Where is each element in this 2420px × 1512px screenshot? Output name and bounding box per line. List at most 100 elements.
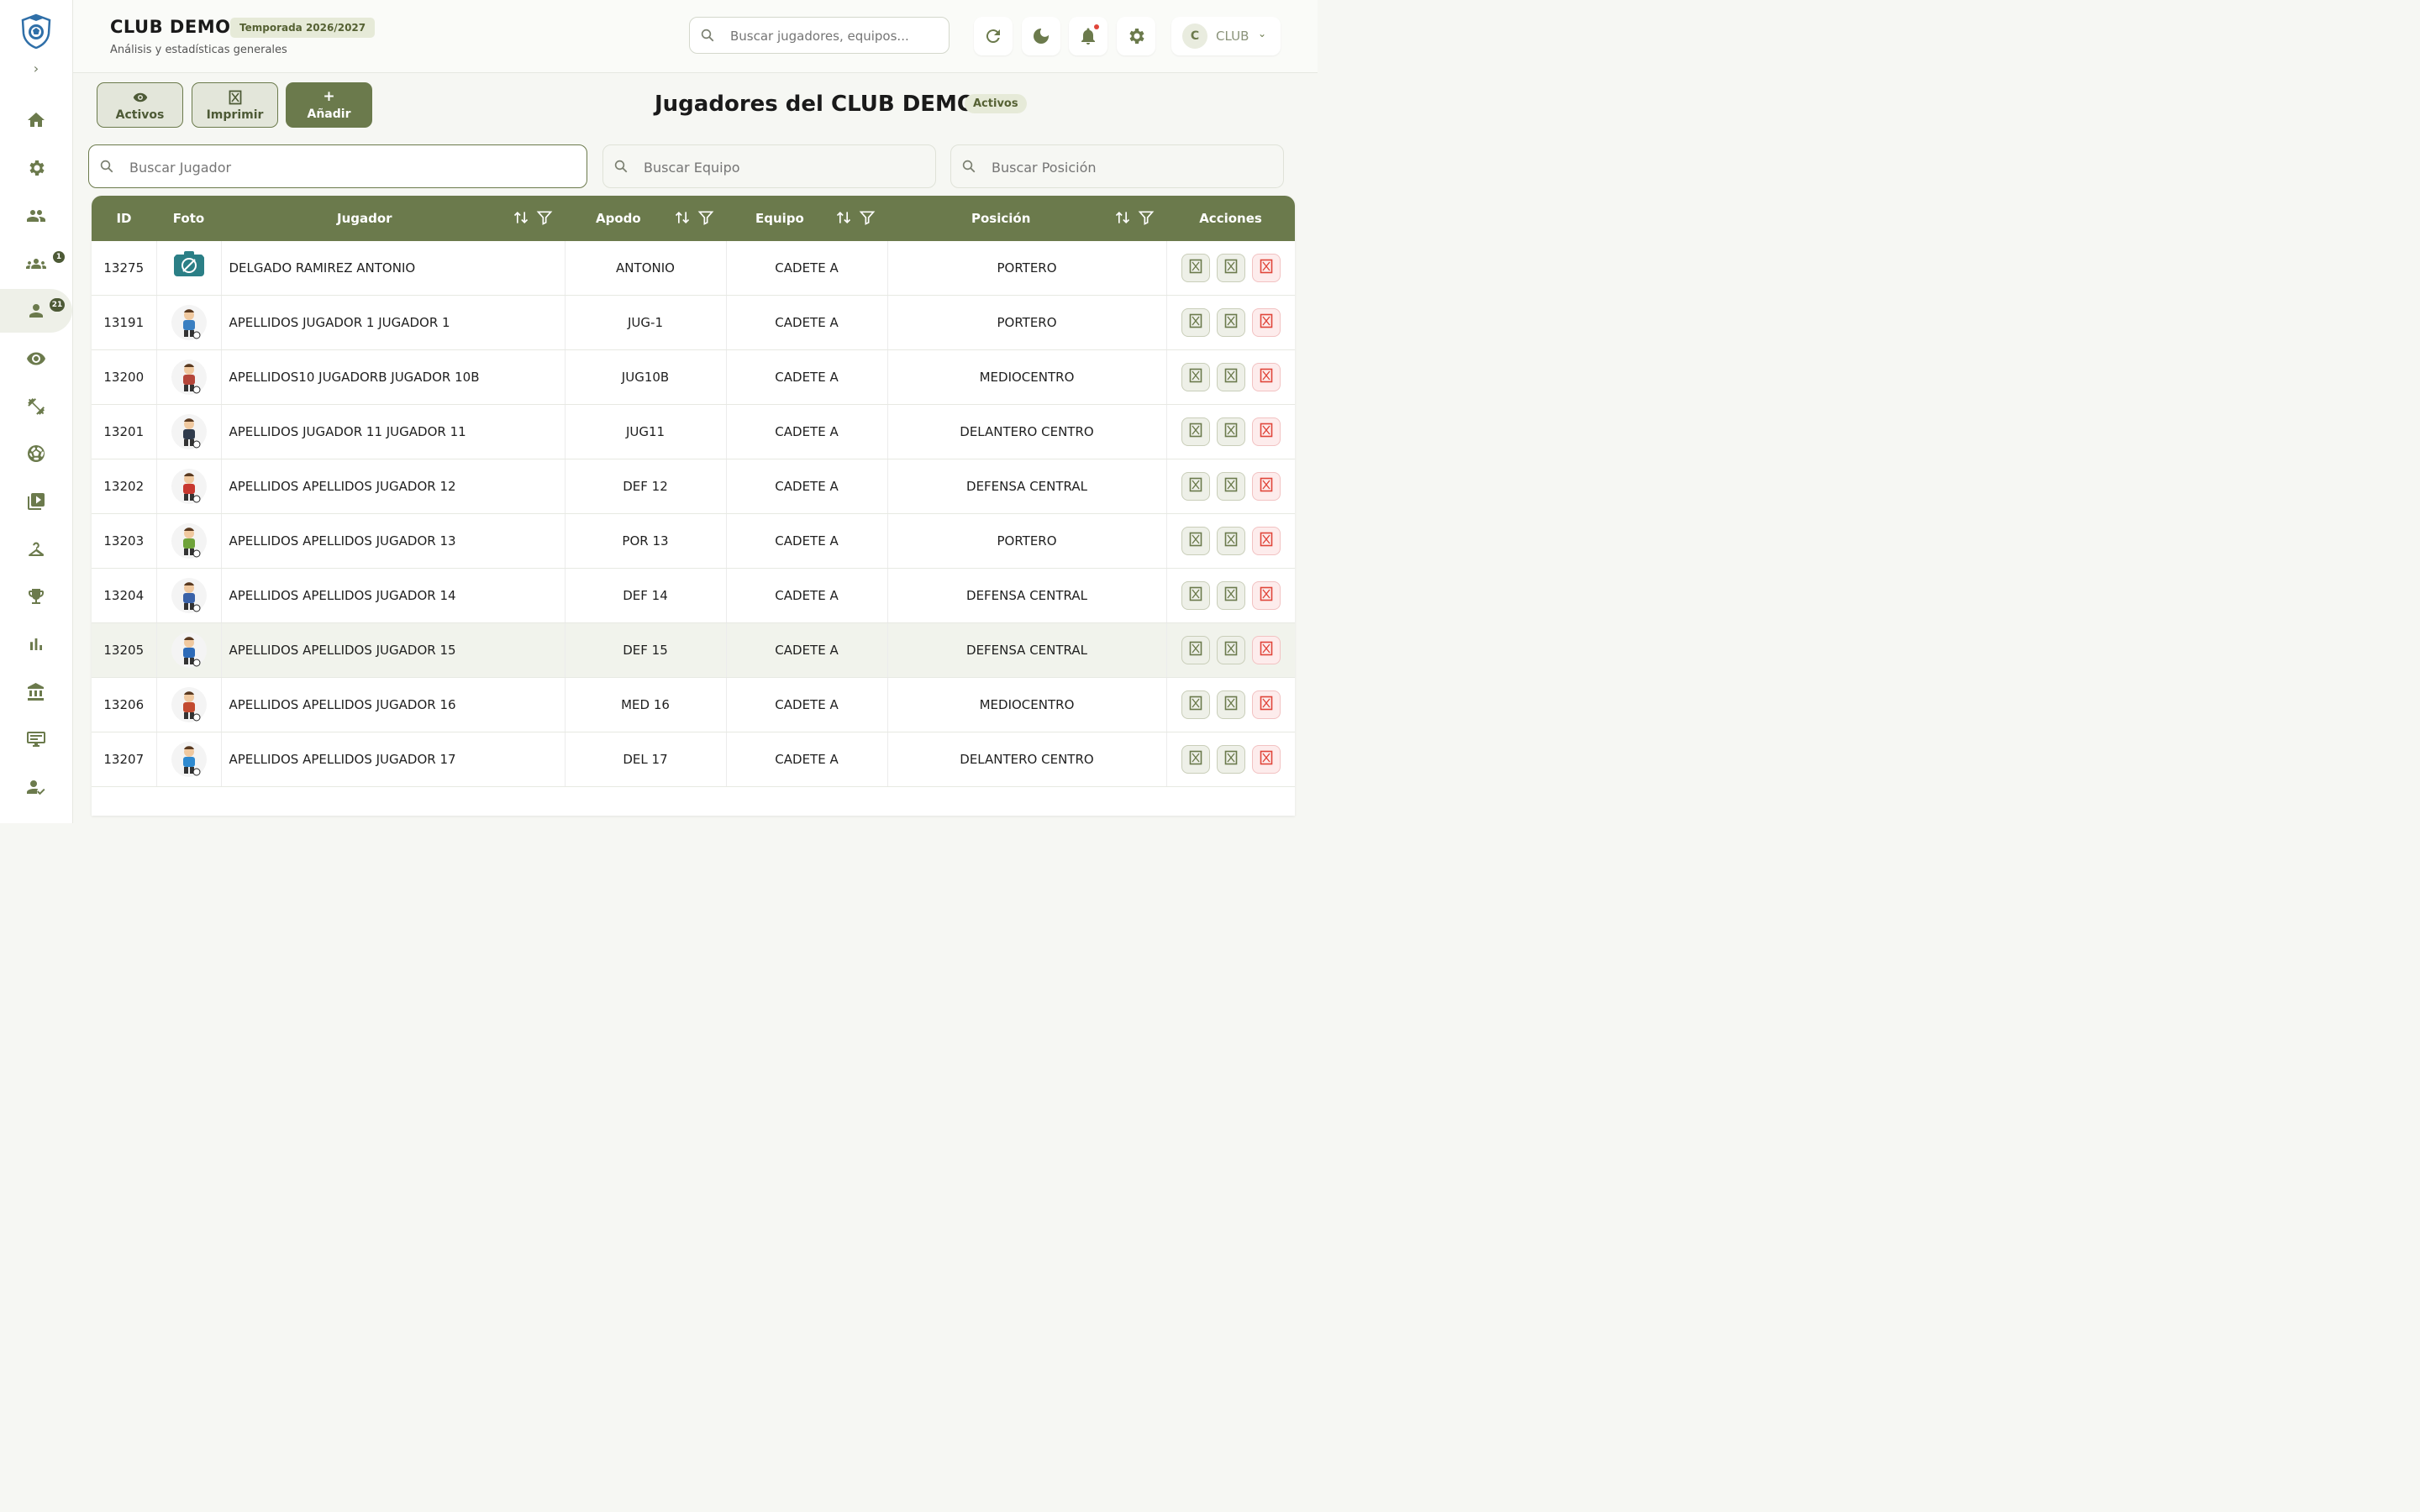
delete-player-button[interactable]: [1251, 472, 1281, 501]
refresh-button[interactable]: [974, 17, 1013, 55]
sort-icon[interactable]: [835, 209, 852, 226]
delete-player-button[interactable]: [1251, 308, 1281, 337]
table-row[interactable]: 13206 APELLIDOS APELLIDOS JUGADOR 16 MED 1…: [92, 677, 1295, 732]
edit-player-button[interactable]: [1216, 254, 1245, 282]
player-photo[interactable]: [171, 686, 208, 723]
sidebar-item-people[interactable]: [0, 194, 72, 238]
team-search-box[interactable]: [602, 144, 936, 188]
view-player-button[interactable]: [1181, 363, 1210, 391]
table-row[interactable]: 13200 APELLIDOS10 JUGADORB JUGADOR 10B JUG…: [92, 349, 1295, 405]
delete-player-button[interactable]: [1251, 363, 1281, 391]
sidebar-expand-chevron-icon[interactable]: ›: [28, 60, 45, 77]
add-player-button[interactable]: + Añadir: [286, 82, 372, 128]
table-row[interactable]: 13202 APELLIDOS APELLIDOS JUGADOR 12 DEF 1…: [92, 459, 1295, 514]
player-photo[interactable]: [171, 577, 208, 614]
player-photo[interactable]: [171, 468, 208, 505]
sidebar-item-home[interactable]: [0, 98, 72, 142]
sidebar-item-players[interactable]: [0, 289, 72, 333]
player-search-box[interactable]: [88, 144, 587, 188]
delete-player-button[interactable]: [1251, 745, 1281, 774]
table-row[interactable]: 13204 APELLIDOS APELLIDOS JUGADOR 14 DEF 1…: [92, 568, 1295, 623]
cell-position: PORTERO: [887, 295, 1167, 350]
delete-player-button[interactable]: [1251, 636, 1281, 664]
edit-player-button[interactable]: [1216, 527, 1245, 555]
delete-player-button[interactable]: [1251, 690, 1281, 719]
sidebar-item-trophies[interactable]: [0, 575, 72, 618]
position-search-input[interactable]: [990, 157, 1270, 177]
sort-icon[interactable]: [513, 209, 529, 226]
sidebar-item-institution[interactable]: [0, 670, 72, 714]
cell-actions: [1166, 295, 1295, 350]
sidebar-item-scoreboard[interactable]: [0, 717, 72, 761]
player-photo[interactable]: [171, 522, 208, 559]
sort-icon[interactable]: [674, 209, 691, 226]
player-photo[interactable]: [171, 741, 208, 778]
view-player-button[interactable]: [1181, 472, 1210, 501]
edit-player-button[interactable]: [1216, 472, 1245, 501]
sidebar-item-attendance[interactable]: [0, 765, 72, 809]
edit-player-button[interactable]: [1216, 363, 1245, 391]
status-badge: Activos: [965, 94, 1027, 113]
delete-player-button[interactable]: [1251, 417, 1281, 446]
edit-player-button[interactable]: [1216, 745, 1245, 774]
cell-nickname: DEF 14: [565, 568, 727, 623]
player-photo[interactable]: [171, 632, 208, 669]
view-player-button[interactable]: [1181, 636, 1210, 664]
table-row[interactable]: 13275 DELGADO RAMIREZ ANTONIO ANTONIO CADET…: [92, 241, 1295, 296]
settings-button[interactable]: [1117, 17, 1155, 55]
filter-icon[interactable]: [859, 209, 876, 226]
view-player-button[interactable]: [1181, 527, 1210, 555]
sidebar-item-matches[interactable]: [0, 432, 72, 475]
edit-player-button[interactable]: [1216, 417, 1245, 446]
table-row[interactable]: 13203 APELLIDOS APELLIDOS JUGADOR 13 POR 1…: [92, 513, 1295, 569]
dark-mode-button[interactable]: [1022, 17, 1060, 55]
sort-icon[interactable]: [1114, 209, 1131, 226]
view-player-button[interactable]: [1181, 690, 1210, 719]
sidebar-item-settings[interactable]: [0, 146, 72, 190]
filter-icon[interactable]: [697, 209, 714, 226]
club-shield-logo[interactable]: [19, 13, 53, 50]
edit-player-button[interactable]: [1216, 636, 1245, 664]
filter-icon[interactable]: [1138, 209, 1155, 226]
view-player-button[interactable]: [1181, 581, 1210, 610]
print-button[interactable]: Imprimir: [192, 82, 278, 128]
cell-position: DEFENSA CENTRAL: [887, 568, 1167, 623]
table-row[interactable]: 13205 APELLIDOS APELLIDOS JUGADOR 15 DEF 1…: [92, 622, 1295, 678]
table-row[interactable]: 13201 APELLIDOS JUGADOR 11 JUGADOR 11 JUG1…: [92, 404, 1295, 459]
global-search-box[interactable]: [689, 17, 950, 54]
edit-player-button[interactable]: [1216, 581, 1245, 610]
player-search-input[interactable]: [128, 157, 568, 177]
soccer-ball-icon: [28, 445, 45, 462]
active-filter-button[interactable]: Activos: [97, 82, 183, 128]
sidebar-item-statistics[interactable]: [0, 622, 72, 666]
sidebar-item-videos[interactable]: [0, 480, 72, 523]
position-search-box[interactable]: [950, 144, 1284, 188]
view-player-button[interactable]: [1181, 417, 1210, 446]
notifications-button[interactable]: [1069, 17, 1107, 55]
sidebar-item-views[interactable]: [0, 337, 72, 381]
sidebar-item-groups[interactable]: [0, 242, 72, 286]
view-player-button[interactable]: [1181, 745, 1210, 774]
table-row[interactable]: 13191 APELLIDOS JUGADOR 1 JUGADOR 1 JUG-1 C…: [92, 295, 1295, 350]
global-search-input[interactable]: [729, 26, 942, 46]
player-photo[interactable]: [171, 249, 208, 286]
cell-nickname: ANTONIO: [565, 241, 727, 296]
table-row[interactable]: 13207 APELLIDOS APELLIDOS JUGADOR 17 DEL 1…: [92, 732, 1295, 787]
missing-glyph-icon: [1224, 368, 1238, 386]
sidebar-item-equipment[interactable]: [0, 528, 72, 571]
cell-actions: [1166, 568, 1295, 623]
delete-player-button[interactable]: [1251, 254, 1281, 282]
view-player-button[interactable]: [1181, 254, 1210, 282]
edit-player-button[interactable]: [1216, 690, 1245, 719]
player-photo[interactable]: [171, 304, 208, 341]
player-photo[interactable]: [171, 359, 208, 396]
team-search-input[interactable]: [642, 157, 923, 177]
filter-icon[interactable]: [536, 209, 553, 226]
player-photo[interactable]: [171, 413, 208, 450]
edit-player-button[interactable]: [1216, 308, 1245, 337]
view-player-button[interactable]: [1181, 308, 1210, 337]
delete-player-button[interactable]: [1251, 527, 1281, 555]
sidebar-item-training[interactable]: [0, 385, 72, 428]
delete-player-button[interactable]: [1251, 581, 1281, 610]
user-menu-button[interactable]: C CLUB ⌄: [1171, 17, 1281, 55]
